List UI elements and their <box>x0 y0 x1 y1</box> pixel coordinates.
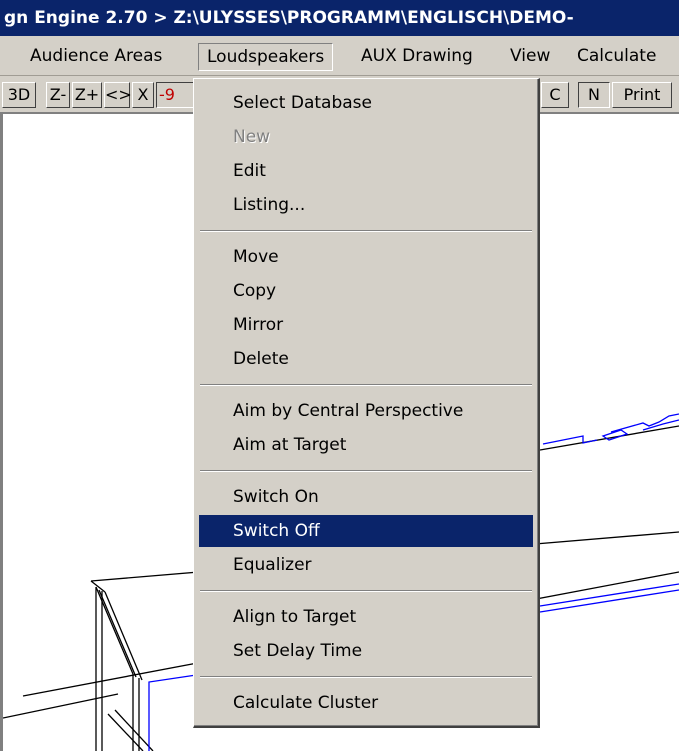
menu-item-equalizer[interactable]: Equalizer <box>199 549 533 581</box>
menu-aux-drawing[interactable]: AUX Drawing <box>361 36 473 75</box>
zoom-out-button[interactable]: Z- <box>46 82 70 108</box>
zoom-in-button[interactable]: Z+ <box>72 82 102 108</box>
window-title-bar: gn Engine 2.70 > Z:\ULYSSES\PROGRAMM\ENG… <box>0 0 679 36</box>
menu-item-set-delay-time[interactable]: Set Delay Time <box>199 635 533 667</box>
menu-loudspeakers[interactable]: Loudspeakers <box>198 43 334 71</box>
pan-button[interactable]: <> <box>104 82 132 108</box>
menu-item-calculate-cluster[interactable]: Calculate Cluster <box>199 687 533 719</box>
c-button[interactable]: C <box>541 82 569 108</box>
menu-separator <box>200 470 532 472</box>
menu-item-edit[interactable]: Edit <box>199 155 533 187</box>
menu-item-delete[interactable]: Delete <box>199 343 533 375</box>
menu-separator <box>200 230 532 232</box>
menu-item-switch-on[interactable]: Switch On <box>199 481 533 513</box>
menu-calculate[interactable]: Calculate <box>577 36 656 75</box>
menu-item-copy[interactable]: Copy <box>199 275 533 307</box>
menu-item-move[interactable]: Move <box>199 241 533 273</box>
menu-item-switch-off[interactable]: Switch Off <box>199 515 533 547</box>
menu-separator <box>200 590 532 592</box>
view-3d-button[interactable]: 3D <box>2 82 36 108</box>
menu-item-align-to-target[interactable]: Align to Target <box>199 601 533 633</box>
menu-item-listing[interactable]: Listing... <box>199 189 533 221</box>
print-button[interactable]: Print <box>612 82 672 108</box>
menu-item-select-database[interactable]: Select Database <box>199 87 533 119</box>
menu-view[interactable]: View <box>510 36 550 75</box>
x-axis-button[interactable]: X <box>132 82 154 108</box>
menu-item-aim-central-perspective[interactable]: Aim by Central Perspective <box>199 395 533 427</box>
coordinate-field[interactable]: -9 <box>156 82 196 108</box>
loudspeakers-dropdown-menu: Select Database New Edit Listing... Move… <box>193 78 540 728</box>
window-title: gn Engine 2.70 > Z:\ULYSSES\PROGRAMM\ENG… <box>4 8 574 28</box>
menu-bar: Audience Areas Loudspeakers AUX Drawing … <box>0 36 679 76</box>
menu-separator <box>200 676 532 678</box>
menu-item-new: New <box>233 127 271 147</box>
menu-audience-areas[interactable]: Audience Areas <box>30 36 162 75</box>
n-button[interactable]: N <box>578 82 610 108</box>
menu-item-aim-at-target[interactable]: Aim at Target <box>199 429 533 461</box>
menu-item-mirror[interactable]: Mirror <box>199 309 533 341</box>
menu-separator <box>200 384 532 386</box>
